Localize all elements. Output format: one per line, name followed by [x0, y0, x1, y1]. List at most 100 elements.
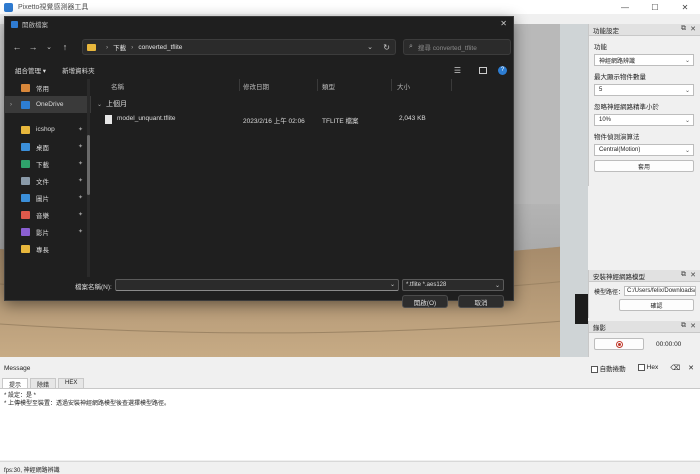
up-icon[interactable]: ↑ [57, 42, 73, 52]
col-name[interactable]: 名稱 [111, 81, 124, 91]
search-placeholder: 搜尋 converted_tflite [417, 45, 477, 52]
function-label: 功能 [594, 44, 607, 51]
confirm-button[interactable]: 確認 [619, 299, 694, 311]
col-date[interactable]: 修改日期 [243, 81, 269, 91]
chevron-right-icon[interactable]: › [10, 102, 12, 108]
sidebar-item[interactable]: 圖片 ✦ [5, 189, 91, 206]
history-dropdown-icon[interactable]: ⌄ [41, 43, 57, 51]
minimize-button[interactable]: — [610, 0, 640, 14]
sidebar-item[interactable]: 下載 ✦ [5, 155, 91, 172]
pin-icon: ✦ [77, 127, 83, 133]
sidebar-item[interactable]: 音樂 ✦ [5, 206, 91, 223]
float-icon[interactable]: ⧉ [681, 322, 686, 330]
col-type[interactable]: 類型 [322, 81, 335, 91]
pin-icon: ✦ [77, 161, 83, 167]
music-icon [21, 210, 30, 219]
navigation-pane: 常用 › OneDrive icshop ✦ 桌面 ✦ 下載 ✦ 文件 ✦ 圖片 ✦ 音樂 ✦ 影片 ✦ 專長 [5, 79, 91, 279]
close-icon[interactable]: ✕ [688, 364, 694, 372]
close-icon[interactable]: ✕ [690, 322, 696, 330]
sidebar-item[interactable]: 文件 ✦ [5, 172, 91, 189]
dialog-close-icon[interactable]: ✕ [500, 19, 507, 28]
chevron-down-icon[interactable]: ⌄ [390, 281, 395, 288]
clear-icon[interactable]: ⌫ [670, 364, 680, 372]
close-icon[interactable]: ✕ [690, 271, 696, 279]
app-title: Pixetto視覺感測器工具 [18, 4, 89, 11]
record-icon [615, 340, 623, 348]
function-settings-panel: 功能設定 ⧉ ✕ 功能 神經網路辨識 ⌄ 最大顯示物件數量 5 ⌄ 忽略神經網路精準… [588, 24, 700, 186]
open-button[interactable]: 開啟(O) [402, 295, 448, 308]
breadcrumb-converted-tflite[interactable]: converted_tflite [138, 44, 182, 51]
ignore-select[interactable]: 10% ⌄ [594, 114, 694, 126]
model-path-input[interactable]: C:/Users/felix/Downloads/cor [624, 286, 697, 296]
organize-button[interactable]: 組合管理 ▾ [15, 65, 46, 75]
ignore-value: 10% [599, 117, 612, 123]
open-file-dialog: 開啟檔案 ✕ ← → ⌄ ↑ › 下載 › converted_tflite ⌄… [4, 16, 514, 308]
back-icon[interactable]: ← [9, 42, 25, 52]
pin-icon: ✦ [77, 144, 83, 150]
dialog-title: 開啟檔案 [22, 22, 48, 29]
file-list: 名稱 修改日期 類型 大小 ⌄ 上個月 model_unquant.tflite… [93, 79, 513, 277]
filetype-select[interactable]: *.tflite *.aes128 ⌄ [402, 279, 504, 291]
search-icon: ⌕ [409, 43, 413, 50]
sidebar-item-label: 文件 [36, 178, 49, 186]
message-tabs: 提示 除錯 HEX [0, 378, 700, 389]
sidebar-item-label: 下載 [36, 161, 49, 169]
sidebar-item[interactable]: icshop ✦ [5, 121, 91, 138]
address-bar[interactable]: › 下載 › converted_tflite ⌄ ↻ [82, 39, 396, 55]
record-panel: 錄影 ⧉ ✕ 00:00:00 [588, 321, 700, 357]
close-icon[interactable]: ✕ [690, 25, 696, 33]
folder-icon [87, 43, 96, 51]
filename-input[interactable]: ⌄ [115, 279, 399, 291]
message-log: * 設定：是 * * 上傳模型至裝置：透過安裝神經網路模型後查選擇模型路徑。 [0, 388, 700, 460]
max-objects-label: 最大顯示物件數量 [594, 74, 646, 81]
hex-checkbox[interactable]: Hex [637, 364, 658, 372]
sidebar-item[interactable]: › OneDrive [5, 96, 91, 113]
dialog-footer: 檔案名稱(N): ⌄ *.tflite *.aes128 ⌄ 開啟(O) 取消 [5, 279, 513, 308]
app-icon [4, 2, 13, 12]
maximize-button[interactable]: ☐ [640, 0, 670, 14]
dialog-icon [11, 20, 18, 28]
float-icon[interactable]: ⧉ [681, 271, 686, 279]
model-path-label: 模型路徑： [594, 289, 625, 296]
apply-button[interactable]: 套用 [594, 160, 694, 172]
algo-label: 物件偵測演算法 [594, 134, 640, 141]
nav-scrollbar[interactable] [87, 79, 90, 277]
view-options-icon[interactable]: ☰ [454, 66, 461, 75]
file-row[interactable]: model_unquant.tflite 2023/2/16 上午 02:06 … [93, 112, 513, 126]
sidebar-item[interactable]: 桌面 ✦ [5, 138, 91, 155]
scroll-thumb[interactable] [87, 135, 90, 195]
breadcrumb-downloads[interactable]: 下載 [113, 42, 126, 52]
status-bar: fps:30, 神經網路辨識 [0, 461, 700, 474]
auto-scroll-checkbox[interactable]: 自動捲動 [590, 363, 626, 373]
forward-icon[interactable]: → [25, 42, 41, 52]
help-icon[interactable]: ? [498, 65, 507, 75]
document-icon [21, 176, 30, 185]
chevron-down-icon[interactable]: ⌄ [367, 43, 373, 51]
max-objects-select[interactable]: 5 ⌄ [594, 84, 694, 96]
function-select[interactable]: 神經網路辨識 ⌄ [594, 54, 694, 66]
column-headers: 名稱 修改日期 類型 大小 [93, 79, 513, 92]
new-folder-button[interactable]: 新增資料夾 [62, 65, 95, 75]
algo-value: Central(Motion) [599, 147, 641, 153]
float-icon[interactable]: ⧉ [681, 25, 686, 33]
tab-hex[interactable]: HEX [58, 378, 85, 388]
chevron-right-icon: › [131, 43, 134, 51]
search-box[interactable]: ⌕ 搜尋 converted_tflite [403, 39, 511, 55]
algo-select[interactable]: Central(Motion) ⌄ [594, 144, 694, 156]
sidebar-item[interactable]: 專長 [5, 240, 91, 257]
close-button[interactable]: ✕ [670, 0, 700, 14]
sidebar-item-label: 桌面 [36, 144, 49, 152]
tab-debug[interactable]: 除錯 [30, 378, 57, 389]
preview-pane-icon[interactable] [479, 66, 487, 74]
folder-icon [21, 125, 30, 134]
record-button[interactable] [594, 338, 644, 350]
group-header[interactable]: ⌄ 上個月 [93, 98, 513, 110]
refresh-icon[interactable]: ↻ [383, 43, 390, 52]
col-size[interactable]: 大小 [397, 81, 410, 91]
sidebar-item-label: icshop [36, 126, 55, 133]
ignore-label: 忽略神經網路精準小於 [594, 104, 659, 111]
sidebar-item[interactable]: 影片 ✦ [5, 223, 91, 240]
cancel-button[interactable]: 取消 [458, 295, 504, 308]
tab-hint[interactable]: 提示 [2, 378, 29, 389]
sidebar-item[interactable]: 常用 [5, 79, 91, 96]
